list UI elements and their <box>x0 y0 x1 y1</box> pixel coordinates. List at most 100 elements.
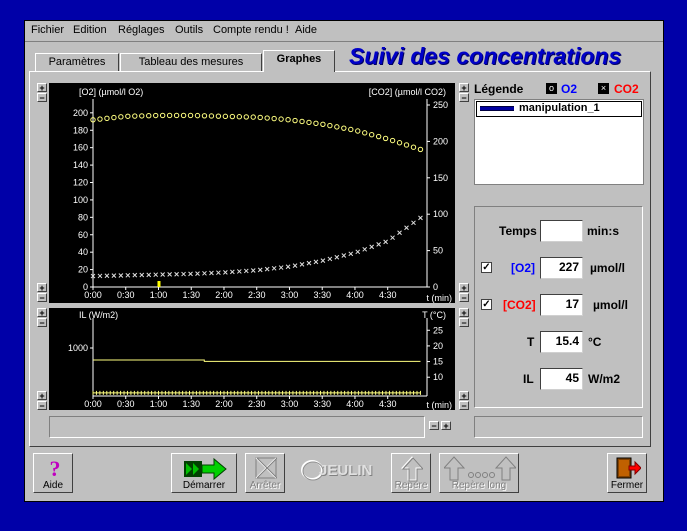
menu-compte-rendu[interactable]: Compte rendu ! <box>213 24 289 36</box>
bottom-left-minus-button[interactable]: − <box>37 318 47 328</box>
o2-point <box>306 119 312 126</box>
x-tick-label: 4:30 <box>379 290 397 300</box>
x-tick-label: 0:30 <box>117 399 135 409</box>
top-right-bottom-minus-button[interactable]: − <box>459 293 469 303</box>
o2-point <box>104 115 110 122</box>
co2-point <box>160 272 166 277</box>
zoom-in-button[interactable]: + <box>441 421 451 431</box>
menu-reglages[interactable]: Réglages <box>118 24 164 36</box>
bottom-left-bottom-plus-button[interactable]: + <box>37 391 47 401</box>
tab-parametres[interactable]: Paramètres <box>35 53 119 71</box>
x-tick-label: 1:30 <box>182 290 200 300</box>
top-left-bottom-minus-button[interactable]: − <box>37 293 47 303</box>
legend-list[interactable]: manipulation_1 <box>474 99 644 185</box>
top-right-bottom-plus-button[interactable]: + <box>459 283 469 293</box>
status-bar-right <box>474 416 643 438</box>
x-tick-label: 1:00 <box>150 290 168 300</box>
o2-point <box>375 133 382 140</box>
tab-graphes[interactable]: Graphes <box>263 50 335 72</box>
temperature-unit: °C <box>588 335 602 349</box>
o2-point <box>320 121 326 127</box>
o2-reading-label: [O2] <box>511 261 535 275</box>
o2-point <box>187 112 194 119</box>
co2-point <box>223 269 228 275</box>
legend-entry-label: manipulation_1 <box>519 102 600 114</box>
menu-aide[interactable]: Aide <box>295 24 317 36</box>
repere-label: Repère <box>394 480 428 491</box>
co2-point <box>111 273 117 278</box>
x-tick-label: 4:30 <box>379 399 397 409</box>
aide-button[interactable]: ? Aide <box>33 453 73 493</box>
y-tick-label: 60 <box>78 230 88 240</box>
co2-unit: µmol/l <box>593 298 628 312</box>
co2-point <box>313 259 319 265</box>
repere-long-button[interactable]: Repère long <box>439 453 519 493</box>
y-right-tick-label: 200 <box>433 136 448 146</box>
aide-label: Aide <box>42 480 63 491</box>
o2-point <box>146 113 152 119</box>
menu-fichier[interactable]: Fichier <box>31 24 64 36</box>
menu-edition[interactable]: Edition <box>73 24 107 36</box>
o2-point <box>97 116 103 122</box>
co2-point <box>341 253 347 258</box>
co2-point <box>327 256 333 262</box>
co2-point <box>188 271 193 277</box>
bottom-right-minus-button[interactable]: − <box>459 318 469 328</box>
o2-point <box>292 117 298 124</box>
bottom-right-bottom-plus-button[interactable]: + <box>459 391 469 401</box>
co2-point <box>334 254 340 260</box>
o2-point <box>271 115 277 122</box>
x-tick-label: 3:30 <box>313 290 331 300</box>
light-temperature-chart[interactable]: IL (W/m2) T (°C) t (min) 0:00 0:30 1:00 1:3… <box>49 308 455 410</box>
temps-field[interactable] <box>540 220 583 242</box>
y-right-tick-label: 25 <box>433 325 443 335</box>
top-left-plus-button[interactable]: + <box>37 83 47 93</box>
top-left-bottom-plus-button[interactable]: + <box>37 283 47 293</box>
light-series-line <box>93 359 421 362</box>
y-axis-label: IL (W/m2) <box>79 310 118 320</box>
bottom-left-plus-button[interactable]: + <box>37 308 47 318</box>
menu-outils[interactable]: Outils <box>175 24 203 36</box>
y-tick-label: 100 <box>73 195 88 205</box>
series-line-icon <box>480 106 514 111</box>
x-tick-label: 4:00 <box>346 290 364 300</box>
bottom-right-plus-button[interactable]: + <box>459 308 469 318</box>
co2-point <box>376 242 382 247</box>
o2-checkbox[interactable]: ✓ <box>481 262 492 273</box>
top-left-minus-button[interactable]: − <box>37 93 47 103</box>
co2-point <box>355 249 361 255</box>
co2-point <box>257 267 263 273</box>
co2-checkbox[interactable]: ✓ <box>481 299 492 310</box>
range-arrows-icon <box>444 456 516 481</box>
o2-point <box>355 128 361 134</box>
jeulin-logo: JEULIN <box>297 457 379 483</box>
y-right-tick-label: 250 <box>433 100 448 110</box>
top-right-plus-button[interactable]: + <box>459 83 469 93</box>
fermer-button[interactable]: Fermer <box>607 453 647 493</box>
x-axis-label: t (min) <box>427 293 453 303</box>
o2-point <box>118 114 124 120</box>
o2-point <box>132 113 138 119</box>
concentration-chart[interactable]: [O2] (µmol/l O2) [CO2] (µmol/l CO2) t (m… <box>49 83 455 303</box>
o2-point <box>125 113 131 119</box>
light-field: 45 <box>540 368 583 390</box>
bottom-left-bottom-minus-button[interactable]: − <box>37 401 47 411</box>
play-arrows-icon <box>184 457 227 481</box>
arreter-button[interactable]: Arrêter <box>245 453 285 493</box>
bottom-right-bottom-minus-button[interactable]: − <box>459 401 469 411</box>
co2-point <box>348 251 354 257</box>
top-right-minus-button[interactable]: − <box>459 93 469 103</box>
co2-point <box>306 260 312 266</box>
fermer-label: Fermer <box>610 480 644 491</box>
y-right-tick-label: 15 <box>433 357 443 367</box>
demarrer-button[interactable]: Démarrer <box>171 453 237 493</box>
co2-point <box>285 264 291 270</box>
y-right-tick-label: 150 <box>433 173 448 183</box>
svg-text:?: ? <box>50 456 61 480</box>
zoom-out-button[interactable]: − <box>429 421 439 431</box>
co2-point <box>404 225 409 231</box>
repere-button[interactable]: Repère <box>391 453 431 493</box>
tab-tableau-mesures[interactable]: Tableau des mesures <box>120 53 262 71</box>
legend-entry[interactable]: manipulation_1 <box>476 101 642 117</box>
o2-point <box>194 112 201 119</box>
